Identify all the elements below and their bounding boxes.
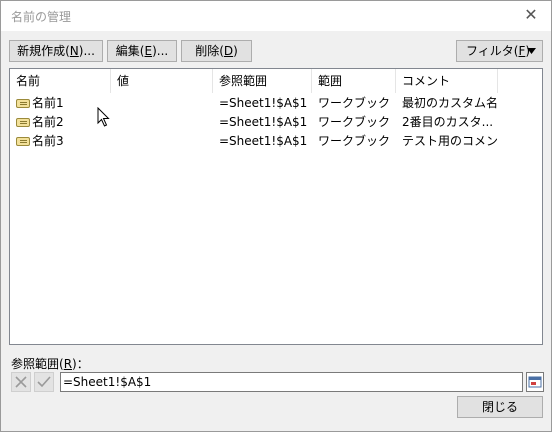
- filter-button[interactable]: フィルタ(F): [456, 40, 543, 62]
- row-refersto: =Sheet1!$A$1: [219, 115, 308, 129]
- delete-button-suffix: ): [233, 44, 238, 58]
- column-header-refersto[interactable]: 参照範囲: [213, 69, 312, 93]
- refersto-label-suffix: )：: [72, 357, 89, 371]
- name-manager-dialog: 名前の管理 ✕ 新規作成(N)... 編集(E)... 削除(D) フィルタ(F…: [0, 0, 552, 432]
- row-value: [111, 132, 213, 151]
- new-button[interactable]: 新規作成(N)...: [9, 40, 103, 62]
- edit-button[interactable]: 編集(E)...: [107, 40, 177, 62]
- close-icon[interactable]: ✕: [521, 4, 541, 26]
- refersto-label: 参照範囲(R)：: [11, 355, 89, 372]
- row-value: [111, 94, 213, 113]
- row-comment: 最初のカスタム名: [402, 96, 498, 110]
- column-header-value[interactable]: 値: [111, 69, 213, 93]
- filter-button-label: フィルタ(: [466, 44, 519, 58]
- row-name: 名前3: [32, 134, 64, 148]
- table-row[interactable]: 名前1 =Sheet1!$A$1 ワークブック 最初のカスタム名: [10, 94, 542, 113]
- row-comment: テスト用のコメント: [402, 134, 498, 148]
- new-button-suffix: )...: [78, 44, 95, 58]
- row-comment: 2番目のカスタ...: [402, 115, 494, 129]
- row-value: [111, 113, 213, 132]
- edit-button-key: E: [144, 44, 153, 58]
- table-row[interactable]: 名前2 =Sheet1!$A$1 ワークブック 2番目のカスタ...: [10, 113, 542, 132]
- dropdown-arrow-icon: [527, 48, 536, 54]
- names-list[interactable]: 名前 値 参照範囲 範囲 コメント 名前1 =Sheet1!$A$1 ワークブッ…: [9, 68, 543, 345]
- new-button-key: N: [69, 44, 79, 58]
- dialog-title: 名前の管理: [11, 10, 72, 24]
- checkmark-icon: [37, 376, 51, 388]
- cancel-x-icon: [15, 376, 27, 388]
- close-button[interactable]: 閉じる: [457, 396, 543, 418]
- row-refersto: =Sheet1!$A$1: [219, 96, 308, 110]
- mouse-pointer-icon: [97, 107, 110, 127]
- list-header: 名前 値 参照範囲 範囲 コメント: [10, 69, 542, 93]
- refersto-input[interactable]: =Sheet1!$A$1: [60, 372, 523, 392]
- collapse-dialog-button[interactable]: [526, 372, 544, 392]
- row-refersto: =Sheet1!$A$1: [219, 134, 308, 148]
- column-header-name[interactable]: 名前: [10, 69, 111, 93]
- row-scope: ワークブック: [318, 134, 391, 148]
- edit-button-label: 編集(: [115, 44, 145, 58]
- confirm-edit-button[interactable]: [34, 372, 54, 392]
- cancel-edit-button[interactable]: [11, 372, 31, 392]
- column-header-scope[interactable]: 範囲: [312, 69, 396, 93]
- delete-button-label: 削除(: [195, 44, 224, 58]
- new-button-label: 新規作成(: [17, 44, 70, 58]
- collapse-dialog-icon: [528, 376, 542, 388]
- table-row[interactable]: 名前3 =Sheet1!$A$1 ワークブック テスト用のコメント: [10, 132, 542, 151]
- delete-button[interactable]: 削除(D): [181, 40, 252, 62]
- row-scope: ワークブック: [318, 115, 391, 129]
- row-scope: ワークブック: [318, 96, 391, 110]
- delete-button-key: D: [223, 44, 234, 58]
- refersto-label-key: R: [63, 357, 73, 371]
- refersto-label-prefix: 参照範囲(: [11, 357, 64, 371]
- edit-button-suffix: )...: [152, 44, 169, 58]
- title-bar: 名前の管理 ✕: [1, 1, 551, 31]
- column-header-comment[interactable]: コメント: [396, 69, 498, 93]
